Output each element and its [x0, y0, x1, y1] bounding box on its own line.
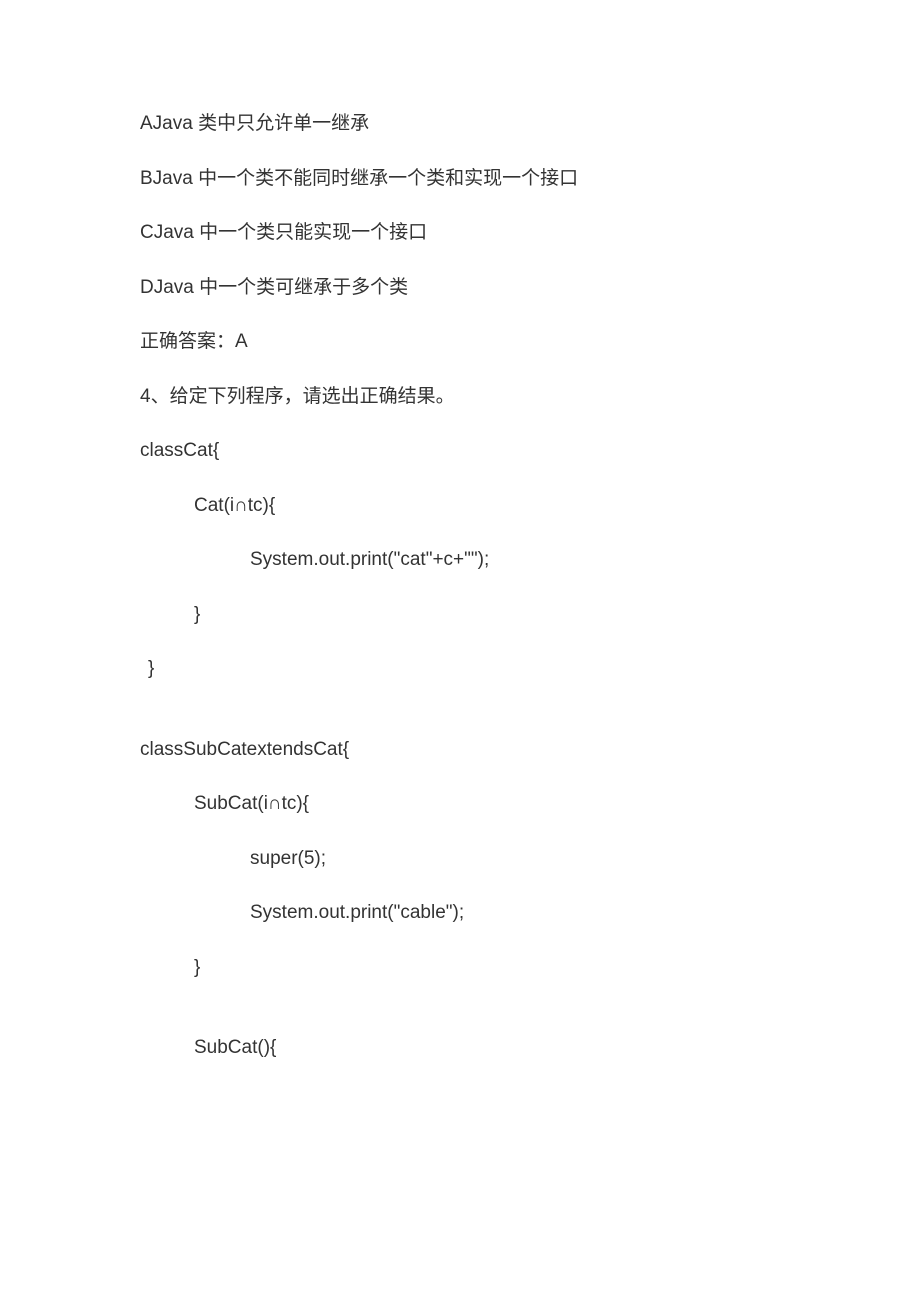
option-c: CJava 中一个类只能实现一个接口: [140, 219, 780, 248]
code-line: }: [140, 954, 780, 983]
correct-answer: 正确答案：A: [140, 328, 780, 357]
code-line: System.out.print("cable");: [140, 899, 780, 928]
code-line: }: [140, 601, 780, 630]
option-d: DJava 中一个类可继承于多个类: [140, 274, 780, 303]
code-line: SubCat(i∩tc){: [140, 790, 780, 819]
code-line: classCat{: [140, 437, 780, 466]
code-line: Cat(i∩tc){: [140, 492, 780, 521]
question-4: 4、给定下列程序，请选出正确结果。: [140, 383, 780, 412]
option-b: BJava 中一个类不能同时继承一个类和实现一个接口: [140, 165, 780, 194]
code-line: System.out.print("cat"+c+"");: [140, 546, 780, 575]
code-line: super(5);: [140, 845, 780, 874]
option-a: AJava 类中只允许单一继承: [140, 110, 780, 139]
code-line: SubCat(){: [140, 1034, 780, 1063]
code-line: classSubCatextendsCat{: [140, 736, 780, 765]
code-line: }: [140, 655, 780, 684]
